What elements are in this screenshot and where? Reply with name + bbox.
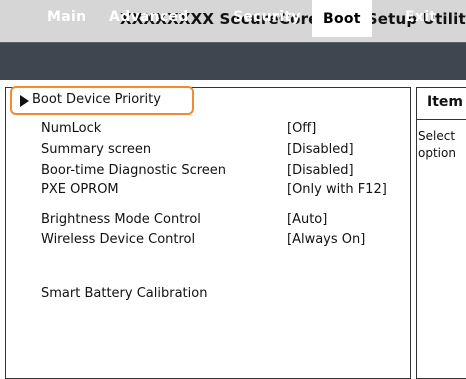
setting-value-wireless-device[interactable]: [Always On] [287,232,365,247]
setting-value-pxe-oprom[interactable]: [Only with F12] [287,182,387,197]
help-text: Select option [418,128,456,162]
menu-boot[interactable]: Boot [312,0,372,37]
help-panel-title: Item [427,94,463,110]
menu-advanced[interactable]: Advanced [109,9,189,25]
submenu-arrow-icon [20,95,29,107]
setting-label-brightness-mode[interactable]: Brightness Mode Control [41,212,201,227]
boot-device-priority-item[interactable]: Boot Device Priority [32,92,161,107]
help-line: option [418,146,456,160]
setting-label-wireless-device[interactable]: Wireless Device Control [41,232,195,247]
setting-label-boot-time-diagnostic[interactable]: Boor-time Diagnostic Screen [41,163,226,178]
help-line: Select [418,129,456,143]
setting-label-pxe-oprom[interactable]: PXE OPROM [41,182,119,197]
setting-label-smart-battery[interactable]: Smart Battery Calibration [41,286,207,301]
setting-value-boot-time-diagnostic[interactable]: [Disabled] [287,163,354,178]
setting-value-summary-screen[interactable]: [Disabled] [287,142,354,157]
menu-security[interactable]: Security [233,9,301,25]
menu-main[interactable]: Main [47,9,86,25]
setting-label-summary-screen[interactable]: Summary screen [41,142,151,157]
menu-exit[interactable]: Exit [405,9,436,25]
setting-value-brightness-mode[interactable]: [Auto] [287,212,327,227]
setting-label-numlock[interactable]: NumLock [41,121,101,136]
setting-value-numlock[interactable]: [Off] [287,121,316,136]
menu-bar [0,42,466,80]
